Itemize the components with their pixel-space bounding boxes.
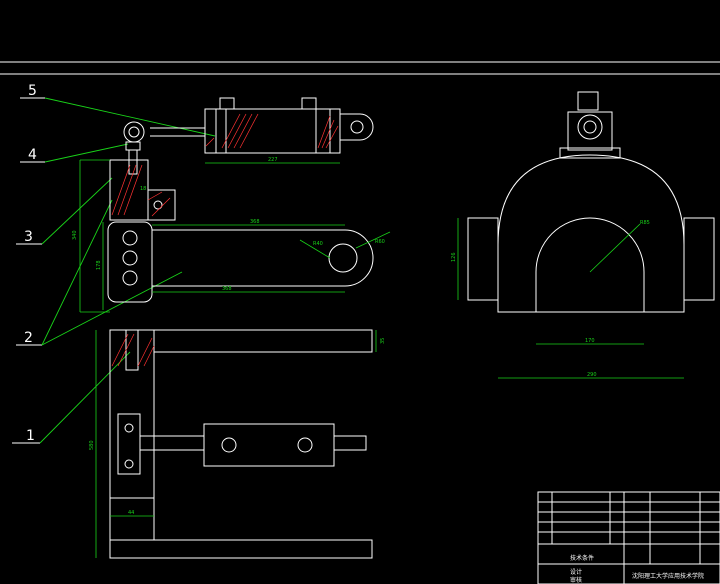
svg-text:审核: 审核 — [570, 576, 582, 584]
svg-text:340: 340 — [72, 230, 78, 240]
left-dimensions: 340 178 — [72, 159, 110, 313]
clamp-base-part-1: 580 35 44 — [89, 329, 386, 559]
svg-text:290: 290 — [587, 372, 597, 378]
lever-arm-part-2: 368 368 R40 R60 — [107, 219, 391, 303]
svg-text:R85: R85 — [640, 220, 650, 226]
svg-text:2: 2 — [24, 330, 33, 346]
drawing-frame — [0, 61, 720, 75]
svg-text:580: 580 — [89, 440, 95, 450]
svg-text:设计: 设计 — [570, 568, 582, 576]
svg-text:368: 368 — [222, 286, 232, 292]
svg-text:R40: R40 — [313, 241, 323, 247]
svg-text:18: 18 — [140, 186, 146, 192]
svg-text:1: 1 — [26, 428, 35, 444]
svg-text:227: 227 — [268, 157, 278, 163]
svg-text:170: 170 — [585, 338, 595, 344]
svg-text:技术条件: 技术条件 — [570, 554, 594, 562]
svg-text:44: 44 — [128, 510, 134, 516]
svg-text:3: 3 — [24, 229, 33, 245]
arch-side-view: R85 170 290 126 — [451, 91, 715, 379]
part-label-3: 3 — [16, 177, 113, 245]
svg-text:126: 126 — [451, 252, 457, 262]
pivot-block-part-3: 18 — [109, 159, 176, 221]
hydraulic-cylinder: 227 — [123, 97, 374, 164]
cad-drawing: 5 4 3 2 1 227 18 368 368 R40 R60 340 178… — [0, 61, 720, 584]
svg-text:5: 5 — [28, 83, 37, 99]
part-label-2: 2 — [16, 199, 183, 346]
svg-text:35: 35 — [380, 338, 386, 344]
title-block: 技术条件 设计 审核 沈阳理工大学应用技术学院 — [537, 491, 720, 584]
svg-text:4: 4 — [28, 147, 37, 163]
svg-text:R60: R60 — [375, 239, 385, 245]
svg-text:368: 368 — [250, 219, 260, 225]
bolt-part-4 — [125, 141, 141, 175]
svg-text:178: 178 — [96, 260, 102, 270]
svg-text:沈阳理工大学应用技术学院: 沈阳理工大学应用技术学院 — [632, 572, 704, 580]
